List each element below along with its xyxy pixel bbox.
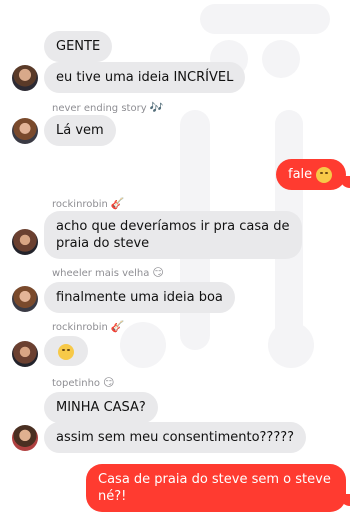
message-bubble[interactable]: GENTE	[44, 31, 113, 62]
background-ghost-shape	[120, 322, 166, 368]
sender-label: never ending story	[52, 103, 147, 114]
message-text: MINHA CASA?	[56, 400, 146, 415]
background-ghost-shape	[262, 40, 300, 78]
sender-name: rockinrobin 🎸	[52, 320, 125, 333]
message-text: finalmente uma ideia boa	[56, 290, 223, 305]
message-bubble[interactable]: finalmente uma ideia boa	[44, 282, 235, 313]
sender-label: rockinrobin	[52, 199, 108, 210]
message-bubble[interactable]: acho que deveríamos ir pra casa de praia…	[44, 211, 302, 259]
message-text: assim sem meu consentimento?????	[56, 430, 295, 445]
message-bubble-outgoing[interactable]: fale	[276, 159, 346, 190]
sender-name: never ending story 🎶	[52, 101, 163, 114]
message-bubble[interactable]: eu tive uma ideia INCRÍVEL	[44, 62, 246, 93]
message-text: Lá vem	[56, 123, 104, 138]
message-text: GENTE	[56, 39, 101, 54]
background-ghost-shape	[268, 322, 314, 368]
avatar[interactable]	[12, 286, 38, 312]
music-notes-icon: 🎶	[149, 101, 164, 114]
sender-label: rockinrobin	[52, 322, 108, 333]
sender-label: wheeler mais velha	[52, 268, 150, 279]
message-bubble[interactable]: assim sem meu consentimento?????	[44, 422, 307, 453]
avatar[interactable]	[12, 118, 38, 144]
sender-name: wheeler mais velha 😏	[52, 266, 164, 279]
message-text: acho que deveríamos ir pra casa de praia…	[56, 219, 290, 251]
avatar[interactable]	[12, 65, 38, 91]
sender-label: topetinho	[52, 378, 101, 389]
message-text: fale	[288, 167, 313, 182]
background-ghost-shape	[200, 4, 330, 34]
smirk-face-emoji: 😏	[152, 266, 164, 279]
avatar[interactable]	[12, 341, 38, 367]
message-bubble-outgoing[interactable]: Casa de praia do steve sem o steve né?!	[86, 464, 346, 512]
message-text: eu tive uma ideia INCRÍVEL	[56, 70, 234, 85]
guitar-icon: 🎸	[110, 320, 125, 333]
message-bubble[interactable]: MINHA CASA?	[44, 392, 158, 423]
message-bubble[interactable]	[44, 336, 88, 366]
smirk-face-emoji: 😏	[103, 376, 115, 389]
guitar-icon: 🎸	[110, 197, 125, 210]
message-text: Casa de praia do steve sem o steve né?!	[98, 472, 331, 504]
message-bubble[interactable]: Lá vem	[44, 115, 116, 146]
sender-name: topetinho 😏	[52, 376, 115, 389]
avatar[interactable]	[12, 229, 38, 255]
hug-face-emoji	[316, 166, 333, 183]
avatar[interactable]	[12, 425, 38, 451]
sender-name: rockinrobin 🎸	[52, 197, 125, 210]
eye-roll-face-emoji	[58, 343, 74, 360]
